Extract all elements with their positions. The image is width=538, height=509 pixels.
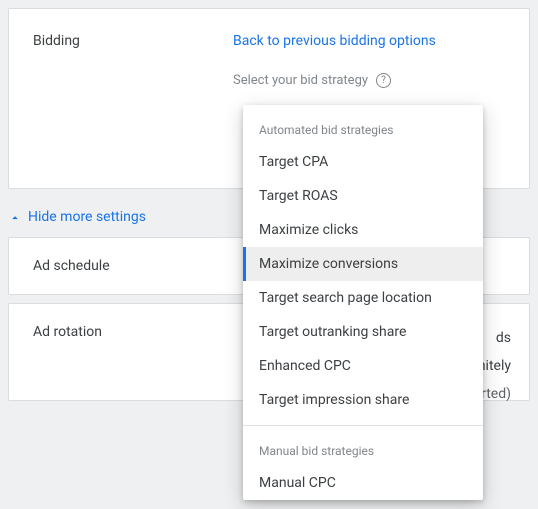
dropdown-group-manual-header: Manual bid strategies <box>243 426 483 466</box>
bid-strategy-select[interactable]: Select your bid strategy ? <box>233 73 505 88</box>
chevron-up-icon <box>8 211 20 223</box>
bid-strategy-select-label: Select your bid strategy <box>233 73 368 88</box>
option-target-roas[interactable]: Target ROAS <box>243 179 483 213</box>
option-target-impression-share[interactable]: Target impression share <box>243 383 483 417</box>
dropdown-group-automated-header: Automated bid strategies <box>243 105 483 145</box>
ad-rotation-bg-text-1: ds <box>496 324 511 352</box>
option-target-search-page-location[interactable]: Target search page location <box>243 281 483 315</box>
option-maximize-clicks[interactable]: Maximize clicks <box>243 213 483 247</box>
ad-rotation-label: Ad rotation <box>33 324 233 340</box>
back-to-previous-link[interactable]: Back to previous bidding options <box>233 33 436 49</box>
help-icon[interactable]: ? <box>376 73 391 88</box>
option-target-outranking-share[interactable]: Target outranking share <box>243 315 483 349</box>
bid-strategy-dropdown: Automated bid strategies Target CPA Targ… <box>243 105 483 500</box>
option-manual-cpc[interactable]: Manual CPC <box>243 466 483 500</box>
option-target-cpa[interactable]: Target CPA <box>243 145 483 179</box>
bidding-section-label: Bidding <box>33 33 233 49</box>
option-enhanced-cpc[interactable]: Enhanced CPC <box>243 349 483 383</box>
ad-schedule-label: Ad schedule <box>33 258 233 274</box>
option-maximize-conversions[interactable]: Maximize conversions <box>243 247 483 281</box>
hide-more-settings-label: Hide more settings <box>28 209 146 225</box>
bidding-right-column: Back to previous bidding options Select … <box>233 33 505 88</box>
